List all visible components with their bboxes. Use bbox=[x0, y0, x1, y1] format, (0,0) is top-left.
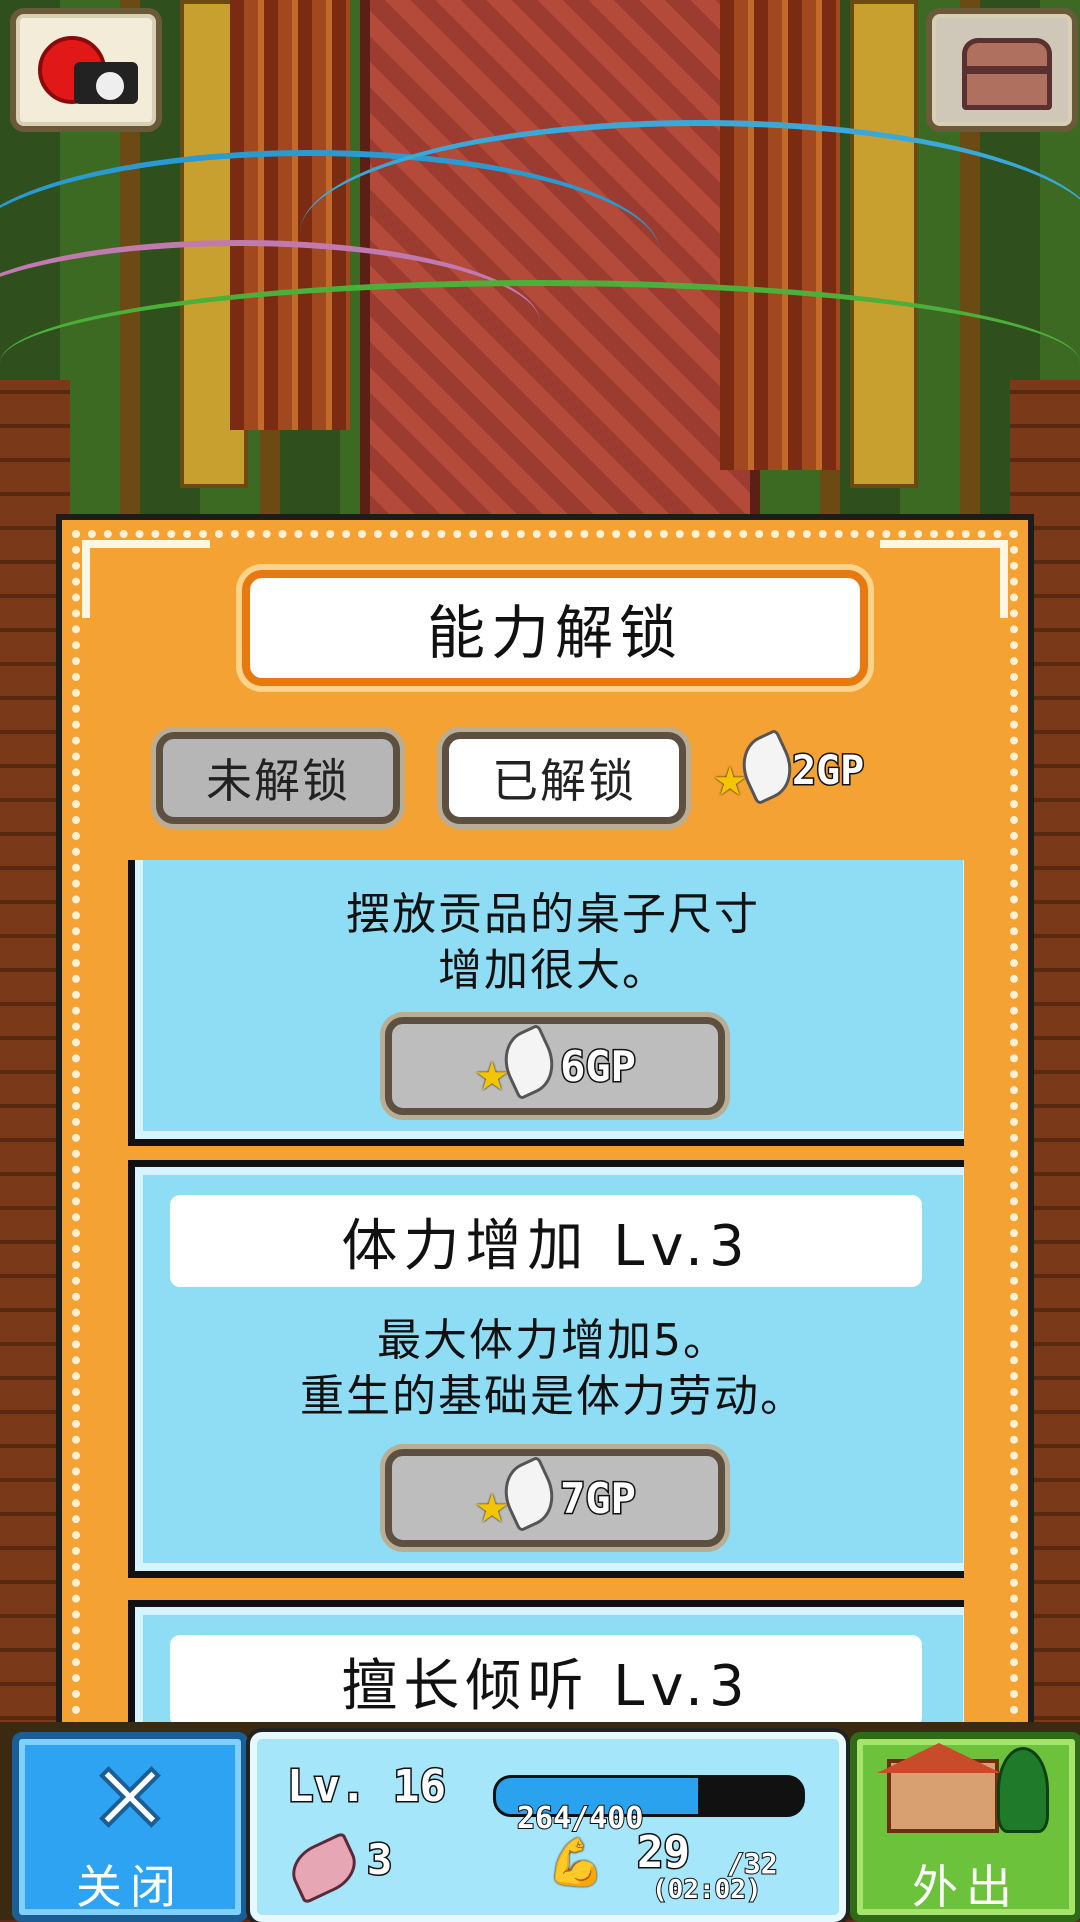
tab-unlocked-label: 已解锁 bbox=[492, 754, 636, 808]
player-status: Lv. 16 264/400 3 💪 29 /32 (02:02) bbox=[250, 1732, 846, 1922]
exp-text: 264/400 bbox=[516, 1800, 644, 1837]
winged-star-icon: ★ bbox=[474, 1455, 565, 1533]
close-icon: ✕ bbox=[88, 1743, 172, 1855]
description-line: 摆放贡品的桌子尺寸 bbox=[346, 889, 760, 940]
unlock-cost-button[interactable]: ★ 7GP bbox=[385, 1449, 725, 1547]
bottom-hud: ✕ 关闭 Lv. 16 264/400 3 💪 29 /32 (02:02) 外… bbox=[0, 1722, 1080, 1922]
feather-count: 3 bbox=[365, 1834, 393, 1886]
ability-title: 体力增加 Lv.3 bbox=[170, 1195, 922, 1287]
panel-title: 能力解锁 bbox=[426, 599, 683, 667]
winged-star-icon: ★ bbox=[712, 728, 803, 806]
camera-button[interactable] bbox=[10, 8, 162, 132]
stamina-value: 29 bbox=[636, 1826, 692, 1880]
garland bbox=[0, 280, 1080, 446]
ability-card: 体力增加 Lv.3 最大体力增加5。 重生的基础是体力劳动。 ★ 7GP bbox=[128, 1160, 964, 1578]
ability-list[interactable]: 摆放贡品的桌子尺寸 增加很大。 ★ 6GP 体力增加 Lv.3 最大体力增加5。… bbox=[128, 860, 964, 1810]
feather-icon bbox=[283, 1831, 365, 1905]
gp-balance: ★ 2GP bbox=[712, 728, 866, 806]
ability-title: 擅长倾听 Lv.3 bbox=[170, 1635, 922, 1727]
corner-ornament bbox=[880, 540, 1008, 618]
treasure-chest-button[interactable] bbox=[926, 8, 1078, 132]
gp-balance-value: 2GP bbox=[790, 747, 865, 796]
go-out-label: 外出 bbox=[912, 1860, 1020, 1914]
ability-description: 最大体力增加5。 重生的基础是体力劳动。 bbox=[135, 1313, 964, 1425]
go-out-button[interactable]: 外出 bbox=[850, 1732, 1080, 1922]
description-line: 增加很大。 bbox=[438, 945, 668, 996]
corner-ornament bbox=[82, 540, 210, 618]
cost-value: 7GP bbox=[559, 1472, 638, 1524]
cost-value: 6GP bbox=[559, 1040, 638, 1092]
stamina-timer: (02:02) bbox=[651, 1874, 763, 1906]
close-button[interactable]: ✕ 关闭 bbox=[12, 1732, 248, 1922]
unlock-cost-button[interactable]: ★ 6GP bbox=[385, 1017, 725, 1115]
ability-description: 摆放贡品的桌子尺寸 增加很大。 bbox=[135, 887, 964, 999]
winged-star-icon: ★ bbox=[474, 1023, 565, 1101]
ability-unlock-panel: 能力解锁 未解锁 已解锁 ★ 2GP 摆放贡品的桌子尺寸 增加很大。 ★ 6GP… bbox=[56, 514, 1034, 1826]
description-line: 最大体力增加5。 bbox=[377, 1315, 729, 1366]
close-label: 关闭 bbox=[76, 1860, 184, 1914]
tab-locked-label: 未解锁 bbox=[206, 754, 350, 808]
player-level: Lv. 16 bbox=[286, 1760, 448, 1814]
description-line: 重生的基础是体力劳动。 bbox=[300, 1371, 806, 1422]
ability-card: 摆放贡品的桌子尺寸 增加很大。 ★ 6GP bbox=[128, 860, 964, 1146]
panel-title-box: 能力解锁 bbox=[242, 570, 868, 686]
tab-locked[interactable]: 未解锁 bbox=[156, 732, 400, 824]
tab-unlocked[interactable]: 已解锁 bbox=[442, 732, 686, 824]
muscle-icon: 💪 bbox=[547, 1835, 605, 1889]
